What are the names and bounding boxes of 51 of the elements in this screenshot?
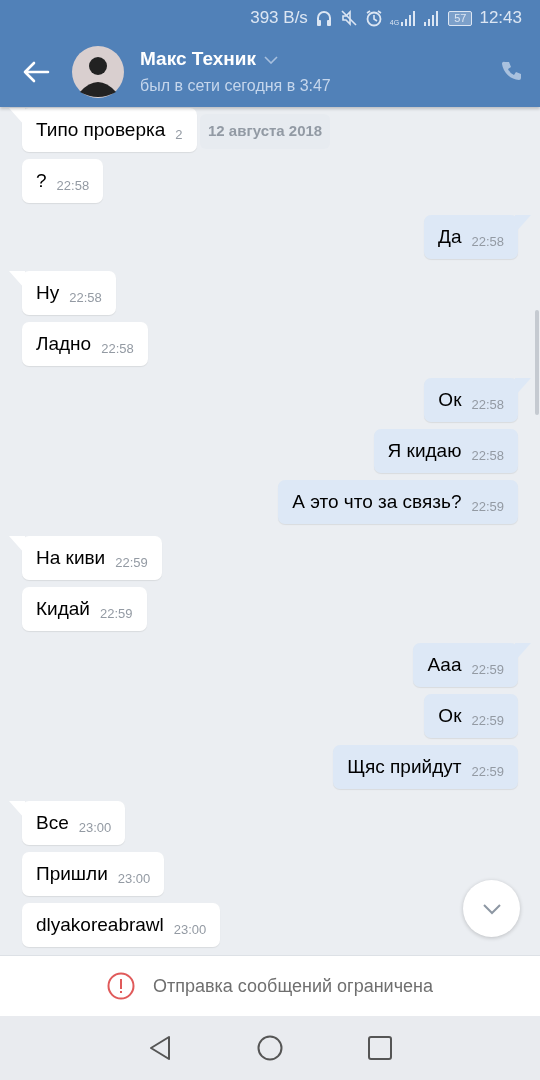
recents-icon[interactable]: [368, 1036, 392, 1060]
signal-icon: [400, 10, 417, 26]
message-time: 23:00: [78, 819, 112, 838]
message-text: Ну: [36, 280, 60, 305]
message-text: Типо проверка: [36, 117, 166, 142]
message-text: Да: [438, 224, 462, 249]
message-text: Ок: [438, 387, 462, 412]
message-time: 22:58: [471, 447, 504, 466]
message-time: 22:58: [471, 396, 504, 415]
message-time: 22:59: [115, 554, 148, 573]
back-icon[interactable]: [22, 59, 50, 84]
message-text: А это что за связь?: [292, 489, 462, 514]
message-time: 22:59: [471, 661, 504, 680]
message-text: Все: [36, 810, 69, 835]
chevron-down-icon: [481, 902, 502, 915]
message-time: 22:59: [99, 605, 133, 624]
message-text: Пришли: [36, 861, 108, 886]
message-text: Щяс прийдут: [347, 754, 462, 779]
message-time: 22:59: [471, 763, 504, 782]
last-seen: был в сети сегодня в 3:47: [140, 75, 332, 96]
date-label: 12 августа 2018: [200, 114, 331, 149]
message-text: dlyakoreabrawl: [36, 912, 164, 937]
message-text: Я кидаю: [387, 438, 462, 463]
message-time: 22:58: [471, 233, 504, 252]
notice-text: Отправка сообщений ограничена: [153, 974, 433, 998]
message-text: На киви: [36, 545, 106, 570]
message-time: 22:59: [471, 498, 504, 517]
message-text: Ок: [438, 703, 462, 728]
message-text: Ааа: [427, 652, 462, 677]
message-text: Кидай: [36, 596, 90, 621]
message-time: 22:58: [56, 177, 90, 196]
message-time: 22:58: [101, 340, 134, 359]
headphones-icon: [314, 9, 333, 27]
message-text: Ладно: [36, 331, 92, 356]
network-speed: 393 B/s: [250, 7, 308, 30]
message-time: 22:59: [471, 712, 504, 731]
chevron-down-icon: [263, 55, 278, 64]
back-icon[interactable]: [148, 1035, 172, 1061]
warning-icon: [107, 972, 135, 1000]
mute-icon: [339, 9, 358, 27]
clock: 12:43: [479, 7, 522, 30]
message-time: 22:58: [69, 289, 102, 308]
home-icon[interactable]: [257, 1035, 283, 1061]
message-time: 2: [175, 126, 183, 145]
message-text: ?: [36, 168, 47, 193]
message-time: 23:00: [117, 870, 151, 889]
alarm-icon: [364, 9, 383, 27]
avatar: [72, 45, 124, 98]
message-time: 23:00: [173, 921, 207, 940]
contact-name[interactable]: Макс Техник: [140, 45, 256, 74]
battery-level: 57: [448, 10, 473, 26]
